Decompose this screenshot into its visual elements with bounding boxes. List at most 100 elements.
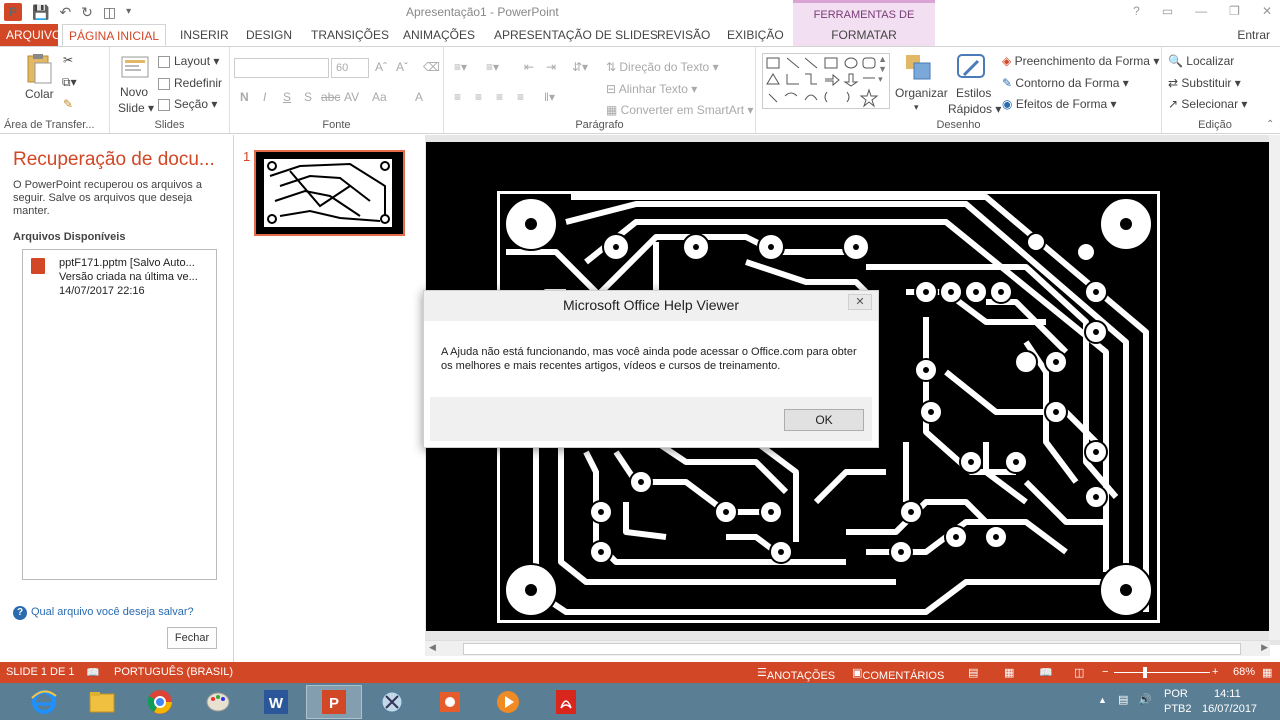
- shape-effects-button[interactable]: ◉ Efeitos de Forma ▾: [1002, 97, 1117, 111]
- decrease-indent-icon[interactable]: ⇤: [524, 60, 534, 74]
- network-icon[interactable]: ▤: [1118, 693, 1128, 706]
- text-direction-button[interactable]: ⇅ Direção do Texto ▾: [606, 60, 719, 74]
- zoom-slider[interactable]: [1114, 672, 1210, 673]
- columns-icon[interactable]: ‖▾: [544, 90, 555, 104]
- tab-transitions[interactable]: TRANSIÇÕES: [305, 24, 395, 46]
- line-spacing-icon[interactable]: ⇵▾: [572, 60, 588, 74]
- volume-icon[interactable]: 🔊: [1138, 693, 1152, 706]
- zoom-in-icon[interactable]: +: [1212, 666, 1218, 678]
- internet-explorer-icon[interactable]: [14, 685, 74, 719]
- clear-formatting-icon[interactable]: ⌫: [423, 60, 440, 74]
- decrease-font-icon[interactable]: Aˇ: [396, 60, 408, 74]
- arrange-dropdown-icon[interactable]: ▾: [914, 102, 919, 113]
- which-file-help-link[interactable]: ? Qual arquivo você deseja salvar?: [13, 606, 194, 620]
- close-window-icon[interactable]: ✕: [1262, 4, 1272, 18]
- align-text-button[interactable]: ⊟ Alinhar Texto ▾: [606, 82, 697, 96]
- arrange-button[interactable]: Organizar: [895, 86, 948, 100]
- justify-icon[interactable]: ≡: [517, 90, 524, 104]
- tab-review[interactable]: REVISÃO: [651, 24, 716, 46]
- strikethrough-button[interactable]: abc: [321, 90, 340, 104]
- snipping-tool-icon[interactable]: [364, 685, 420, 719]
- acrobat-icon[interactable]: [538, 685, 594, 719]
- powerpoint-taskbar-icon[interactable]: P: [306, 685, 362, 719]
- section-button[interactable]: Seção ▾: [158, 97, 217, 111]
- character-spacing-button[interactable]: AV: [344, 90, 359, 104]
- layout-button[interactable]: Layout ▾: [158, 54, 219, 68]
- save-icon[interactable]: 💾: [32, 2, 49, 22]
- sign-in-link[interactable]: Entrar: [1237, 28, 1270, 42]
- chrome-icon[interactable]: [132, 685, 188, 719]
- horizontal-scrollbar[interactable]: ◀ ▶: [425, 640, 1270, 656]
- tab-slideshow[interactable]: APRESENTAÇÃO DE SLIDES: [488, 24, 664, 46]
- slideshow-icon[interactable]: ◫: [1074, 666, 1084, 679]
- bold-button[interactable]: N: [240, 90, 249, 104]
- tab-file[interactable]: ARQUIVO: [0, 24, 61, 46]
- cut-icon[interactable]: ✂: [63, 53, 73, 67]
- reading-view-icon[interactable]: 📖: [1039, 666, 1053, 679]
- notes-button[interactable]: ☰ ANOTAÇÕES: [757, 666, 835, 682]
- collapse-ribbon-icon[interactable]: ⌃: [1266, 119, 1274, 130]
- replace-button[interactable]: ⇄ Substituir ▾: [1168, 76, 1241, 90]
- bullets-icon[interactable]: ≡▾: [454, 60, 467, 74]
- redo-icon[interactable]: ↻: [81, 2, 93, 22]
- normal-view-icon[interactable]: ▤: [968, 666, 978, 679]
- ribbon-display-options-icon[interactable]: ▭: [1162, 4, 1173, 18]
- comments-button[interactable]: ▣ COMENTÁRIOS: [852, 666, 944, 682]
- tab-insert[interactable]: INSERIR: [174, 24, 235, 46]
- numbering-icon[interactable]: ≡▾: [486, 60, 499, 74]
- shape-outline-button[interactable]: ✎ Contorno da Forma ▾: [1002, 76, 1129, 90]
- font-size-combo[interactable]: 60: [331, 58, 369, 78]
- tray-overflow-icon[interactable]: ▲: [1098, 695, 1107, 705]
- align-right-icon[interactable]: ≡: [496, 90, 503, 104]
- clock-date[interactable]: 16/07/2017: [1202, 703, 1257, 715]
- tab-design[interactable]: DESIGN: [240, 24, 298, 46]
- format-painter-icon[interactable]: ✎: [63, 97, 73, 111]
- reset-button[interactable]: Redefinir: [158, 76, 222, 90]
- tab-view[interactable]: EXIBIÇÃO: [721, 24, 790, 46]
- zoom-out-icon[interactable]: −: [1102, 666, 1108, 678]
- clock-time[interactable]: 14:11: [1214, 688, 1241, 700]
- media-player-icon[interactable]: [480, 685, 536, 719]
- vertical-scrollbar[interactable]: [1269, 135, 1280, 640]
- dialog-close-icon[interactable]: ✕: [848, 294, 872, 310]
- increase-font-icon[interactable]: Aˆ: [375, 60, 387, 74]
- fit-slide-icon[interactable]: ▦: [1262, 666, 1272, 679]
- paste-button[interactable]: Colar: [25, 87, 54, 101]
- tab-format[interactable]: FORMATAR: [793, 24, 935, 46]
- font-color-button[interactable]: A: [415, 90, 423, 104]
- copy-icon[interactable]: ⧉▾: [62, 75, 77, 90]
- slide-sorter-icon[interactable]: ▦: [1004, 666, 1014, 679]
- align-left-icon[interactable]: ≡: [454, 90, 461, 104]
- close-recovery-button[interactable]: Fechar: [167, 627, 217, 649]
- minimize-icon[interactable]: —: [1195, 4, 1207, 18]
- keyboard-layout-indicator[interactable]: PTB2: [1164, 703, 1192, 715]
- customize-qat-icon[interactable]: ▾: [126, 2, 131, 22]
- shadow-button[interactable]: S: [304, 90, 312, 104]
- select-button[interactable]: ↗ Selecionar ▾: [1168, 97, 1247, 111]
- language-indicator[interactable]: POR: [1164, 688, 1188, 700]
- quick-styles-button[interactable]: Estilos: [956, 86, 991, 100]
- file-explorer-icon[interactable]: [74, 685, 130, 719]
- slide-thumbnail[interactable]: [254, 150, 405, 236]
- find-button[interactable]: 🔍 Localizar: [1168, 54, 1234, 68]
- tab-animations[interactable]: ANIMAÇÕES: [397, 24, 481, 46]
- start-from-beginning-icon[interactable]: ◫: [103, 2, 116, 22]
- italic-button[interactable]: I: [263, 90, 266, 104]
- language-status[interactable]: PORTUGUÊS (BRASIL): [114, 666, 233, 678]
- restore-icon[interactable]: ❐: [1229, 4, 1240, 18]
- word-icon[interactable]: W: [248, 685, 304, 719]
- zoom-level[interactable]: 68%: [1233, 666, 1255, 678]
- scroll-right-icon[interactable]: ▶: [1261, 642, 1268, 653]
- increase-indent-icon[interactable]: ⇥: [546, 60, 556, 74]
- horizontal-scroll-thumb[interactable]: [463, 643, 1241, 655]
- shape-fill-button[interactable]: ◈ Preenchimento da Forma ▾: [1002, 54, 1159, 68]
- align-center-icon[interactable]: ≡: [475, 90, 482, 104]
- change-case-button[interactable]: Aa: [372, 90, 387, 104]
- spell-check-icon[interactable]: 📖: [86, 666, 100, 679]
- underline-button[interactable]: S: [283, 90, 291, 104]
- font-name-combo[interactable]: [234, 58, 329, 78]
- undo-icon[interactable]: ↶: [59, 2, 71, 22]
- zoom-slider-thumb[interactable]: [1143, 667, 1147, 678]
- office-app-icon[interactable]: [422, 685, 478, 719]
- help-icon[interactable]: ?: [1133, 4, 1140, 18]
